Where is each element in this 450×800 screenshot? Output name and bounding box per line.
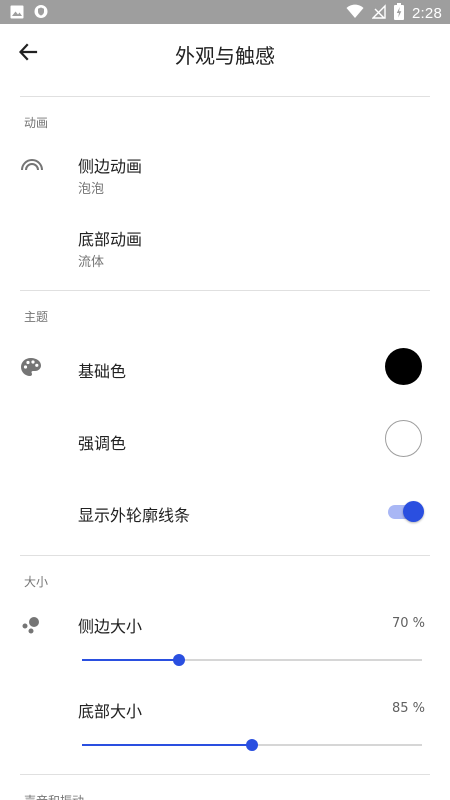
no-signal-icon	[371, 4, 386, 23]
side-animation-row[interactable]	[0, 140, 450, 208]
base-color-swatch[interactable]	[385, 348, 422, 385]
divider	[20, 774, 430, 775]
side-animation-value: 泡泡	[78, 182, 105, 197]
outline-title: 显示外轮廓线条	[78, 506, 191, 525]
app-bar: 外观与触感	[0, 24, 450, 80]
section-header-theme: 主题	[24, 310, 49, 324]
slider-thumb[interactable]	[172, 654, 185, 666]
section-header-animation: 动画	[24, 116, 49, 130]
accent-color-title: 强调色	[78, 434, 127, 453]
status-time: 2:28	[412, 5, 442, 22]
bottom-animation-row[interactable]	[0, 212, 450, 280]
accent-color-row[interactable]	[0, 406, 450, 472]
divider	[20, 96, 430, 97]
image-icon	[10, 4, 24, 23]
bottom-animation-value: 流体	[78, 255, 105, 270]
bottom-animation-title: 底部动画	[78, 230, 143, 249]
base-color-row[interactable]	[0, 334, 450, 400]
status-bar: 2:28	[0, 0, 450, 24]
slider-fill	[82, 659, 179, 661]
slider-fill	[82, 744, 252, 746]
section-header-size: 大小	[24, 575, 49, 589]
divider	[20, 290, 430, 291]
shield-icon	[34, 4, 48, 23]
bottom-size-title: 底部大小	[78, 702, 143, 721]
page-title: 外观与触感	[175, 44, 275, 68]
outline-row[interactable]	[0, 478, 450, 544]
outline-toggle[interactable]	[388, 500, 424, 522]
side-size-slider[interactable]	[82, 652, 422, 668]
accent-color-swatch[interactable]	[385, 420, 422, 457]
slider-thumb[interactable]	[246, 739, 258, 751]
side-size-title: 侧边大小	[78, 617, 143, 636]
bubbles-icon	[20, 614, 42, 640]
wifi-icon	[346, 4, 364, 23]
bottom-size-percent: 85 %	[391, 701, 425, 716]
base-color-title: 基础色	[78, 362, 127, 381]
toggle-thumb	[403, 501, 424, 522]
side-size-percent: 70 %	[391, 616, 425, 631]
section-header-sound: 声音和振动	[24, 792, 84, 800]
battery-charging-icon	[394, 3, 404, 24]
divider	[20, 555, 430, 556]
side-animation-title: 侧边动画	[78, 157, 143, 176]
bottom-size-slider[interactable]	[82, 737, 422, 753]
